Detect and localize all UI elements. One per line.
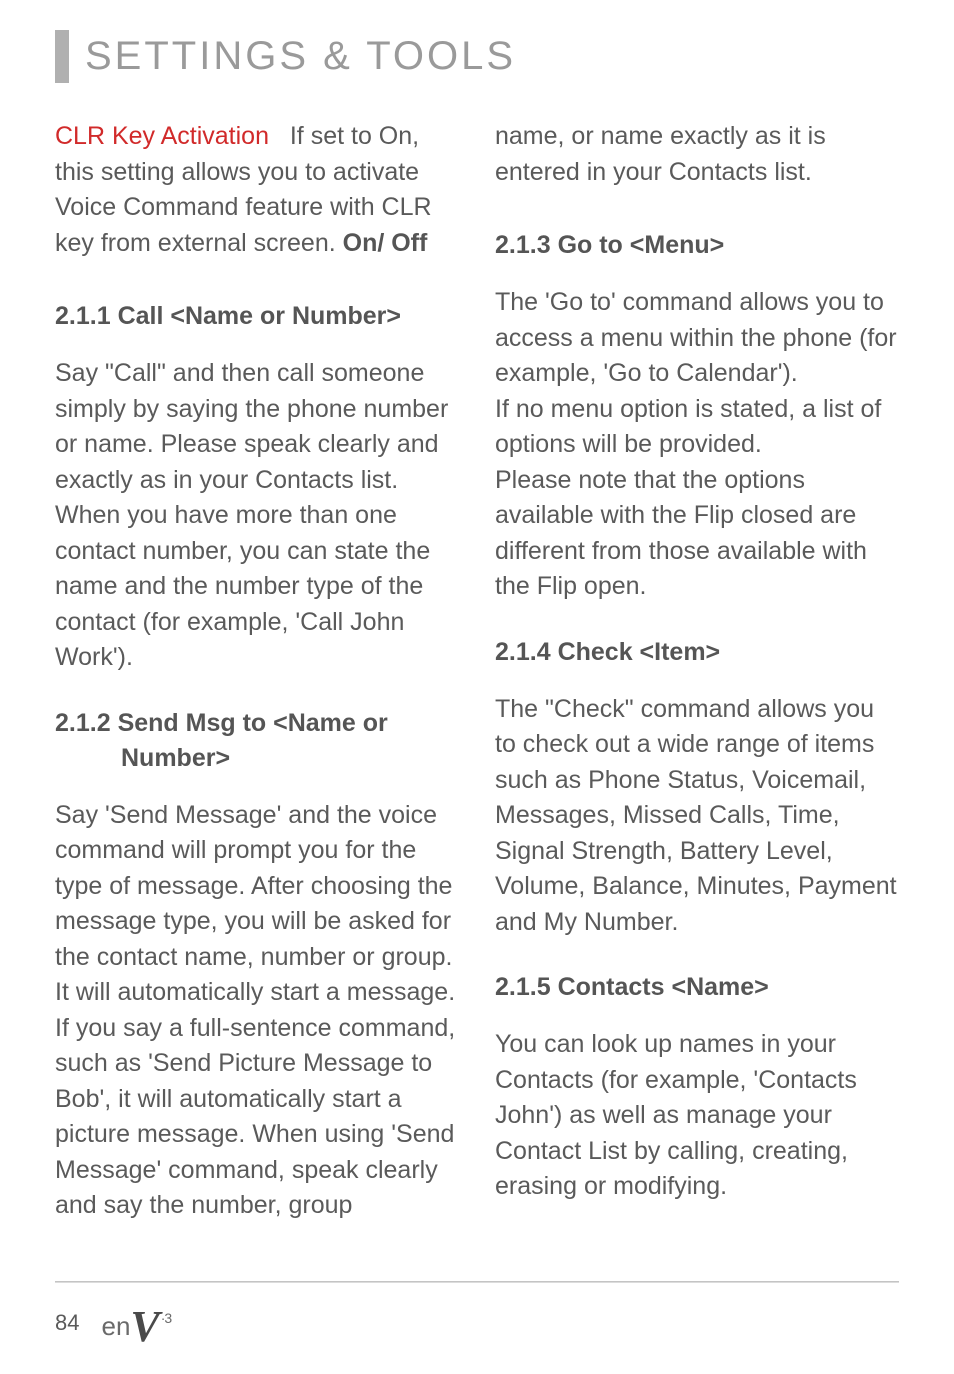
section-title: Go to <Menu> — [558, 231, 725, 259]
clr-key-label: CLR Key Activation — [55, 122, 269, 150]
env-logo: enV·3 — [101, 1303, 170, 1342]
footer-divider — [55, 1281, 899, 1283]
spacer — [55, 334, 459, 356]
spacer — [55, 676, 459, 706]
section-2-1-1-body: Say "Call" and then call someone simply … — [55, 356, 459, 676]
clr-key-paragraph: CLR Key Activation If set to On, this se… — [55, 119, 459, 261]
section-title: Call <Name or Number> — [118, 302, 401, 330]
clr-key-options: On/ Off — [343, 229, 428, 257]
section-2-1-5-body: You can look up names in your Contacts (… — [495, 1027, 899, 1205]
section-2-1-5-heading: 2.1.5 Contacts <Name> — [495, 970, 899, 1005]
spacer — [495, 1005, 899, 1027]
logo-en-text: en — [101, 1311, 130, 1342]
section-2-1-2-body: Say 'Send Message' and the voice command… — [55, 798, 459, 1224]
section-title: Contacts <Name> — [558, 973, 769, 1001]
spacer — [495, 605, 899, 635]
section-2-1-1-heading: 2.1.1 Call <Name or Number> — [55, 299, 459, 334]
section-title-line1: Send Msg to <Name or — [118, 709, 388, 737]
right-column: name, or name exactly as it is entered i… — [495, 119, 899, 1224]
page-header: SETTINGS & TOOLS — [55, 30, 899, 83]
page-footer: 84 enV·3 — [55, 1281, 899, 1342]
logo-v-text: V — [130, 1309, 159, 1344]
page-number: 84 — [55, 1310, 79, 1336]
section-number: 2.1.5 — [495, 973, 551, 1001]
left-column: CLR Key Activation If set to On, this se… — [55, 119, 459, 1224]
section-title: Check <Item> — [558, 638, 721, 666]
spacer — [495, 190, 899, 228]
section-2-1-4-body: The "Check" command allows you to check … — [495, 692, 899, 941]
header-accent-bar — [55, 30, 69, 83]
continuation-paragraph: name, or name exactly as it is entered i… — [495, 119, 899, 190]
section-number: 2.1.4 — [495, 638, 551, 666]
spacer — [55, 261, 459, 299]
section-number: 2.1.1 — [55, 302, 111, 330]
spacer — [495, 263, 899, 285]
section-2-1-2-heading: 2.1.2 Send Msg to <Name or Number> — [55, 706, 459, 776]
section-2-1-3-body-p2: If no menu option is stated, a list of o… — [495, 395, 881, 459]
spacer — [495, 940, 899, 970]
spacer — [495, 670, 899, 692]
section-2-1-3-body: The 'Go to' command allows you to access… — [495, 285, 899, 605]
section-number: 2.1.3 — [495, 231, 551, 259]
section-2-1-3-body-p1: The 'Go to' command allows you to access… — [495, 288, 897, 387]
section-2-1-3-body-p3: Please note that the options available w… — [495, 466, 867, 601]
page-title: SETTINGS & TOOLS — [85, 30, 516, 83]
section-2-1-3-heading: 2.1.3 Go to <Menu> — [495, 228, 899, 263]
logo-superscript: ·3 — [161, 1310, 171, 1326]
section-2-1-4-heading: 2.1.4 Check <Item> — [495, 635, 899, 670]
spacer — [55, 776, 459, 798]
footer-row: 84 enV·3 — [55, 1303, 899, 1342]
section-title-line2: Number> — [55, 741, 459, 776]
section-number: 2.1.2 — [55, 709, 111, 737]
content-columns: CLR Key Activation If set to On, this se… — [55, 119, 899, 1224]
clr-key-body — [276, 122, 290, 150]
